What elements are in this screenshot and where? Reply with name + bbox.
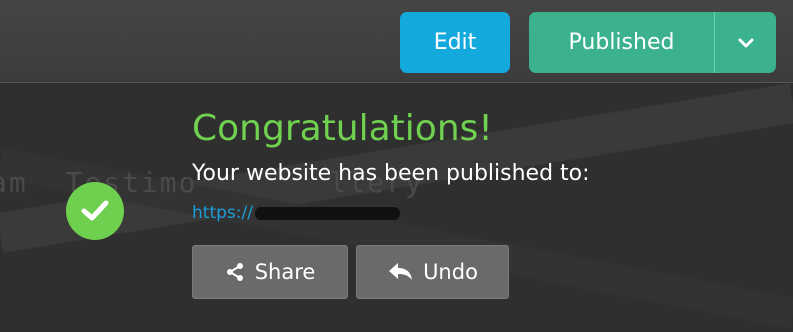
published-url-link[interactable]: https:// xyxy=(192,203,400,223)
share-icon xyxy=(226,263,243,281)
chevron-down-icon xyxy=(738,38,753,47)
top-toolbar: Edit Published xyxy=(0,0,793,83)
success-title: Congratulations! xyxy=(192,108,493,149)
url-prefix: https:// xyxy=(192,203,253,223)
redacted-url xyxy=(254,206,400,220)
published-button[interactable]: Published xyxy=(529,12,714,73)
success-message: Your website has been published to: xyxy=(192,161,590,186)
share-label: Share xyxy=(254,260,316,284)
edit-label: Edit xyxy=(433,30,477,55)
undo-icon xyxy=(389,263,413,280)
undo-button[interactable]: Undo xyxy=(356,245,509,299)
publish-options-button[interactable] xyxy=(714,12,776,73)
published-label: Published xyxy=(568,30,675,55)
undo-label: Undo xyxy=(423,260,478,284)
checkmark-icon xyxy=(66,182,124,240)
share-button[interactable]: Share xyxy=(192,245,348,299)
edit-button[interactable]: Edit xyxy=(400,12,510,73)
